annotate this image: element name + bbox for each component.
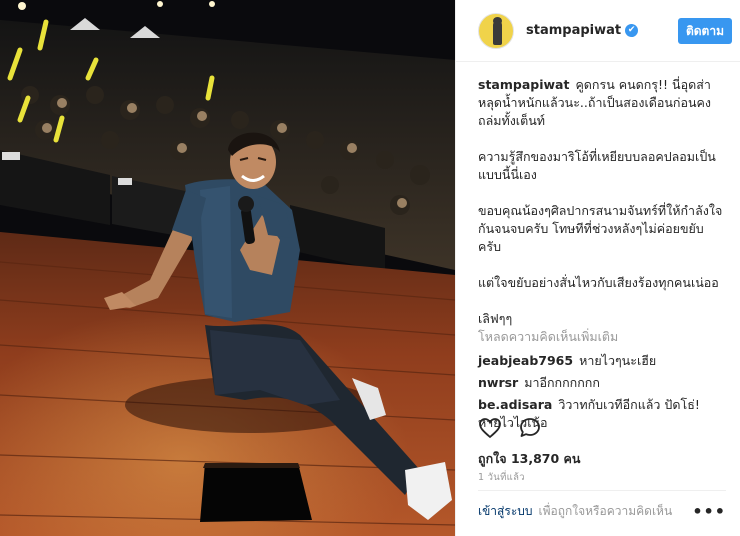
post-side-panel: stampapiwat ✔ ติดตาม stampapiwat คูดกรน … [455, 0, 740, 536]
load-more-comments-link[interactable]: โหลดความคิดเห็นเพิ่มเติม [478, 328, 726, 346]
post-username[interactable]: stampapiwat [526, 23, 621, 38]
post-timestamp[interactable]: 1 วันที่แล้ว [478, 470, 525, 485]
heart-icon[interactable] [478, 416, 502, 440]
login-link[interactable]: เข้าสู่ระบบ [478, 502, 533, 521]
likes-number: 13,870 [510, 451, 560, 466]
post-photo[interactable] [0, 0, 455, 536]
comment-username[interactable]: be.adisara [478, 397, 552, 412]
comment-text: หายไวๆนะเฮีย [579, 353, 657, 368]
caption-line: แต่ใจขยับอย่างสั่นไหวกับเสียงร้องทุกคนเน… [478, 275, 719, 290]
comment-item: nwrsr มาอีกกกกกกก [478, 374, 726, 392]
comment-username[interactable]: jeabjeab7965 [478, 353, 573, 368]
comment-item: jeabjeab7965 หายไวๆนะเฮีย [478, 352, 726, 370]
verified-badge-icon: ✔ [625, 24, 639, 37]
login-hint: เพื่อถูกใจหรือความคิดเห็น [538, 504, 673, 518]
comment-text: มาอีกกกกกกก [524, 375, 600, 390]
avatar-figure-shape [493, 20, 502, 45]
caption-line: ขอบคุณน้องๆศิลปากรสนามจันทร์ที่ให้กำลังใ… [478, 203, 723, 254]
footer-divider [478, 490, 726, 491]
follow-button[interactable]: ติดตาม [677, 17, 732, 44]
comments-section: stampapiwat คูดกรน คนดกรุ!! นี่อุดส่าหลุ… [456, 62, 740, 432]
likes-unit: คน [563, 451, 581, 466]
post-actions [478, 416, 542, 440]
caption-line: ความรู้สึกของมาริโอ้ที่เหยียบบลอคปลอมเป็… [478, 149, 716, 182]
caption-line: stampapiwat คูดกรน คนดกรุ!! นี่อุดส่าหลุ… [478, 76, 726, 130]
likes-label: ถูกใจ [478, 451, 507, 466]
like-count[interactable]: ถูกใจ 13,870 คน [478, 449, 580, 469]
post-header: stampapiwat ✔ ติดตาม [456, 0, 740, 62]
avatar[interactable] [478, 12, 514, 49]
comment-bubble-icon[interactable] [518, 416, 542, 440]
concert-photo [0, 0, 455, 536]
instagram-post: stampapiwat ✔ ติดตาม stampapiwat คูดกรน … [0, 0, 740, 536]
post-caption: stampapiwat คูดกรน คนดกรุ!! นี่อุดส่าหลุ… [478, 76, 726, 328]
login-prompt: เข้าสู่ระบบ เพื่อถูกใจหรือความคิดเห็น ••… [478, 502, 726, 521]
more-options-icon[interactable]: ••• [692, 502, 726, 521]
comment-username[interactable]: nwrsr [478, 375, 518, 390]
caption-username[interactable]: stampapiwat [478, 77, 569, 92]
caption-line: เลิฟๆๆ [478, 311, 513, 326]
